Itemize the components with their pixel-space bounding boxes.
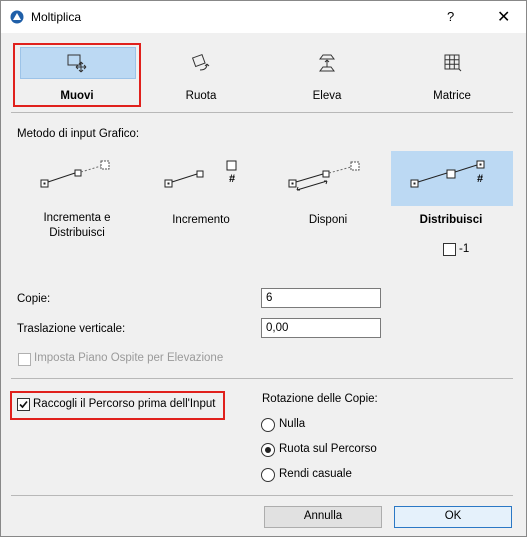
rotation-heading: Rotazione delle Copie: xyxy=(262,393,378,405)
copies-label: Copie: xyxy=(17,293,51,305)
title-bar: Moltiplica ? ✕ xyxy=(1,1,526,33)
tab-ruota[interactable]: Ruota xyxy=(139,43,263,103)
radio-label: Rendi casuale xyxy=(279,468,352,480)
method-arrange-icon[interactable] xyxy=(285,156,375,196)
window-title: Moltiplica xyxy=(31,10,82,24)
tab-matrice[interactable]: Matrice xyxy=(390,43,514,103)
radio-label: Ruota sul Percorso xyxy=(279,443,377,455)
hash-mark: # xyxy=(229,173,236,185)
callout-box-tab xyxy=(13,43,141,107)
callout-box-collect-path xyxy=(10,391,225,420)
rotate-icon xyxy=(191,53,210,71)
host-floor-label: Imposta Piano Ospite per Elevazione xyxy=(34,352,224,364)
method-distribute-icon[interactable] xyxy=(407,156,497,194)
help-button[interactable]: ? xyxy=(447,9,454,24)
radio-rotation-none[interactable] xyxy=(261,418,275,432)
divider xyxy=(11,378,513,379)
cancel-button[interactable]: Annulla xyxy=(264,506,382,528)
app-logo-icon xyxy=(10,10,24,24)
copies-input[interactable]: 6 xyxy=(261,288,381,308)
minus-one-label: -1 xyxy=(459,243,470,255)
tab-label: Matrice xyxy=(433,90,471,102)
tab-label: Eleva xyxy=(312,90,342,102)
radio-label: Nulla xyxy=(279,418,306,430)
host-floor-checkbox[interactable] xyxy=(18,353,31,366)
vertical-offset-label: Traslazione verticale: xyxy=(17,323,126,335)
minus-one-checkbox[interactable] xyxy=(443,243,456,256)
radio-dot xyxy=(265,447,271,453)
method-heading: Metodo di input Grafico: xyxy=(17,128,140,140)
matrix-icon xyxy=(444,54,462,72)
method-increment-distribute-icon[interactable] xyxy=(37,156,127,194)
divider xyxy=(11,495,513,496)
elevate-icon xyxy=(319,54,335,72)
method-label-arrange: Disponi xyxy=(308,214,348,226)
tab-eleva[interactable]: Eleva xyxy=(265,43,389,103)
radio-rotation-random[interactable] xyxy=(261,468,275,482)
dialog-window: Moltiplica ? ✕ Muovi Ruota Eleva Matrice… xyxy=(0,0,527,537)
method-label-increment: Incremento xyxy=(172,214,230,226)
hash-mark: # xyxy=(477,173,484,185)
tab-label: Ruota xyxy=(185,90,217,102)
ok-button[interactable]: OK xyxy=(394,506,512,528)
method-label-increment-distribute: Incrementa e Distribuisci xyxy=(43,212,111,239)
vertical-offset-input[interactable]: 0,00 xyxy=(261,318,381,338)
method-label-distribute: Distribuisci xyxy=(419,214,483,226)
close-button[interactable]: ✕ xyxy=(497,7,510,27)
divider xyxy=(11,112,513,113)
radio-rotation-path[interactable] xyxy=(261,443,275,457)
